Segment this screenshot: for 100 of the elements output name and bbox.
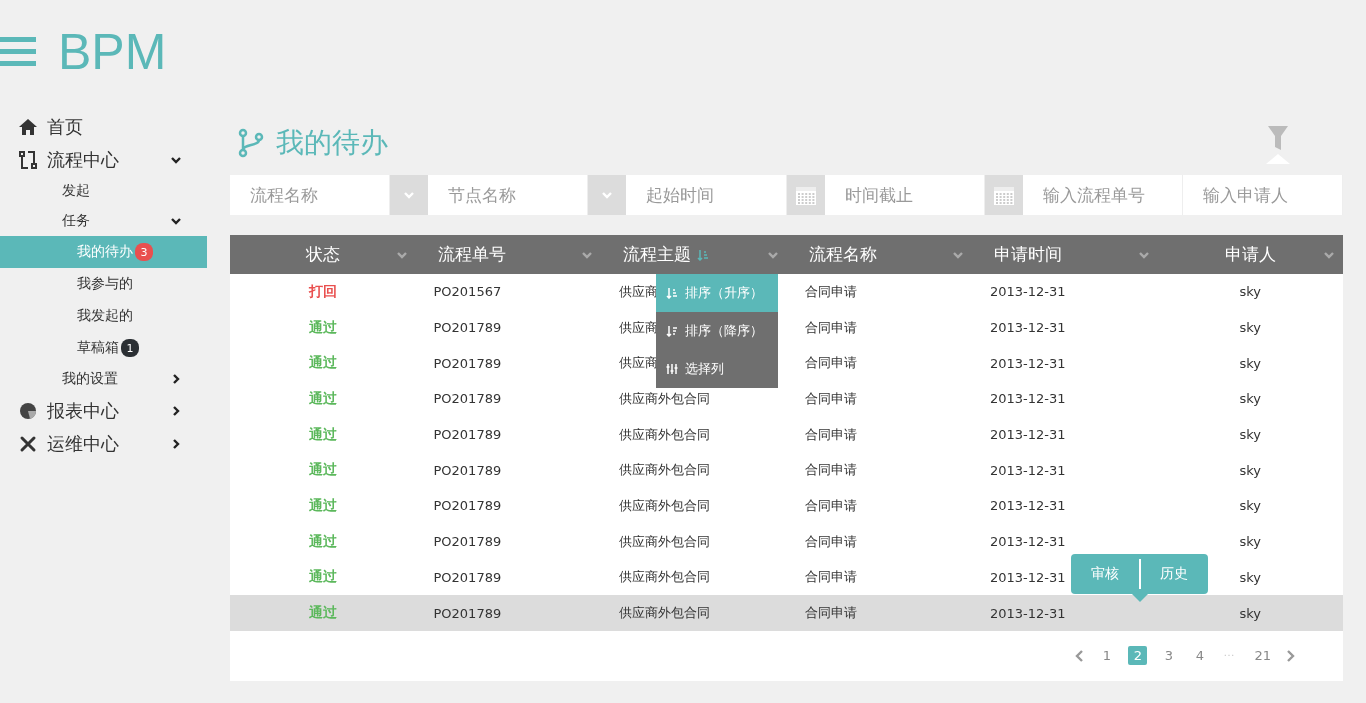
table-cell: sky: [1239, 427, 1261, 443]
table-cell: 2013-12-31: [990, 569, 1066, 585]
table-cell: PO201789: [433, 498, 502, 514]
calendar-button[interactable]: [984, 175, 1023, 215]
calendar-button[interactable]: [786, 175, 825, 215]
table-cell: 供应商外包合同: [619, 532, 710, 551]
sidebar-item[interactable]: 首页: [0, 110, 207, 143]
page-button[interactable]: 4: [1190, 646, 1210, 666]
table-cell: 合同申请: [804, 461, 857, 480]
calendar-icon: [794, 184, 817, 206]
chevron-icon: [170, 437, 182, 450]
table-cell: PO201789: [433, 355, 502, 371]
chevron-icon: [170, 404, 182, 417]
sidebar-item[interactable]: 运维中心: [0, 427, 207, 460]
table-cell: 供应商外包合同: [619, 604, 710, 623]
table-cell: 供应商: [619, 354, 658, 373]
previous-page-icon[interactable]: [1075, 649, 1086, 662]
home-icon: [18, 116, 38, 137]
page-button[interactable]: 1: [1097, 646, 1117, 666]
sort-ascending-icon: [666, 287, 678, 299]
flow-icon: [18, 149, 38, 170]
table-cell: 2013-12-31: [990, 320, 1066, 336]
table-cell: sky: [1239, 355, 1261, 371]
table-cell: 合同申请: [804, 354, 857, 373]
column-header[interactable]: 申请人: [1157, 235, 1343, 274]
chevron-icon: [170, 215, 182, 227]
status-text: 通过: [308, 496, 337, 515]
calendar-icon: [992, 184, 1015, 206]
status-text: 通过: [308, 532, 337, 551]
table-cell: 供应商外包合同: [619, 425, 710, 444]
table-cell: 供应商外包合同: [619, 568, 710, 587]
table-cell: 供应商: [619, 318, 658, 337]
table-cell: 合同申请: [804, 496, 857, 515]
table-cell: 2013-12-31: [990, 462, 1066, 478]
table-cell: 合同申请: [804, 425, 857, 444]
status-text: 通过: [308, 318, 337, 337]
sidebar-item[interactable]: 我的待办 3: [0, 236, 207, 268]
table-cell: PO201789: [433, 462, 502, 478]
table-cell: 合同申请: [804, 389, 857, 408]
sidebar-item[interactable]: 我的设置: [0, 364, 207, 394]
pie-chart-icon: [18, 400, 38, 421]
caret-icon: [403, 189, 416, 201]
status-text: 通过: [308, 354, 337, 373]
count-badge: 3: [135, 243, 153, 261]
table-cell: sky: [1239, 320, 1261, 336]
sliders-icon: [666, 363, 678, 375]
table-cell: sky: [1239, 605, 1261, 621]
table-cell: PO201789: [433, 605, 502, 621]
table-cell: sky: [1239, 462, 1261, 478]
table-cell: sky: [1239, 284, 1261, 300]
page-button[interactable]: 21: [1252, 646, 1273, 666]
dropdown-button[interactable]: [588, 175, 627, 215]
status-text: 通过: [308, 425, 337, 444]
sidebar-item[interactable]: 流程中心: [0, 143, 207, 176]
ellipsis: …: [1222, 646, 1236, 662]
dropdown-button[interactable]: [390, 175, 429, 215]
table-cell: PO201789: [433, 569, 502, 585]
column-header[interactable]: 流程主题: [601, 235, 787, 274]
sidebar-item[interactable]: 我参与的: [0, 268, 207, 300]
table-cell: 供应商: [619, 282, 658, 301]
sidebar-item[interactable]: 发起: [0, 176, 207, 206]
table-cell: PO201789: [433, 534, 502, 550]
status-text: 通过: [308, 568, 337, 587]
sort-descending-icon: [666, 325, 678, 337]
table-cell: PO201789: [433, 427, 502, 443]
table-row[interactable]: 通过 PO201789 供应商外包合同 合同申请 2013-12-31 sky: [230, 595, 1343, 631]
table-cell: 2013-12-31: [990, 391, 1066, 407]
table-cell: 供应商外包合同: [619, 461, 710, 480]
table-cell: 2013-12-31: [990, 284, 1066, 300]
sidebar-item[interactable]: 报表中心: [0, 394, 207, 427]
table-cell: 供应商外包合同: [619, 496, 710, 515]
table-cell: 2013-12-31: [990, 498, 1066, 514]
status-text: 通过: [308, 461, 337, 480]
table-cell: 合同申请: [804, 604, 857, 623]
caret-icon: [601, 189, 614, 201]
column-header[interactable]: 流程名称: [786, 235, 972, 274]
brand-logo: BPM: [58, 23, 167, 81]
sidebar-item[interactable]: 任务: [0, 206, 207, 236]
sidebar-item[interactable]: 我发起的: [0, 300, 207, 332]
table-cell: sky: [1239, 391, 1261, 407]
page-button[interactable]: 3: [1159, 646, 1179, 666]
column-header[interactable]: 状态: [230, 235, 416, 274]
table-cell: 2013-12-31: [990, 427, 1066, 443]
table-cell: 合同申请: [804, 532, 857, 551]
next-page-icon[interactable]: [1285, 649, 1295, 662]
table-cell: PO201789: [433, 391, 502, 407]
table-cell: 合同申请: [804, 568, 857, 587]
count-badge: 1: [121, 339, 139, 357]
table-cell: 合同申请: [804, 318, 857, 337]
column-header[interactable]: 流程单号: [415, 235, 601, 274]
column-header[interactable]: 申请时间: [972, 235, 1158, 274]
table-cell: 2013-12-31: [990, 605, 1066, 621]
status-text: 通过: [308, 389, 337, 408]
table-cell: sky: [1239, 569, 1261, 585]
chevron-icon: [170, 373, 182, 385]
sidebar-item[interactable]: 草稿箱 1: [0, 332, 207, 364]
table-cell: sky: [1239, 498, 1261, 514]
menu-icon[interactable]: [0, 37, 36, 67]
table-cell: sky: [1239, 534, 1261, 550]
table-cell: 合同申请: [804, 282, 857, 301]
